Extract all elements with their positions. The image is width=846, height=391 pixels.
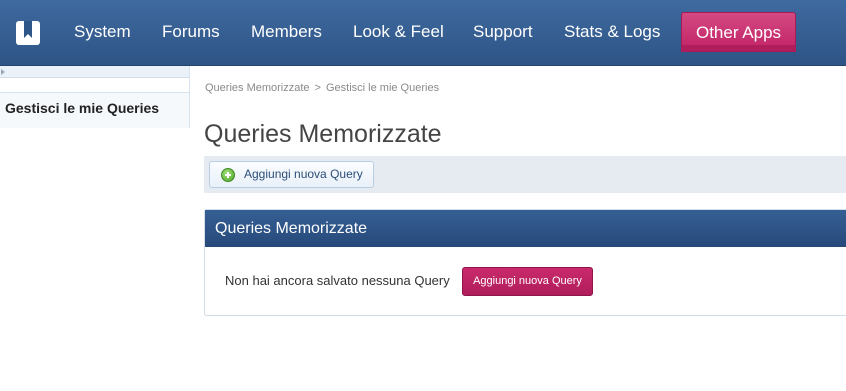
nav-stats-and-logs[interactable]: Stats & Logs bbox=[564, 0, 660, 66]
saved-queries-panel: Queries Memorizzate Non hai ancora salva… bbox=[204, 209, 846, 316]
nav-system[interactable]: System bbox=[74, 0, 131, 66]
nav-support[interactable]: Support bbox=[473, 0, 533, 66]
page-title: Queries Memorizzate bbox=[204, 120, 442, 148]
breadcrumb-current[interactable]: Gestisci le mie Queries bbox=[326, 82, 439, 94]
sidebar: Gestisci le mie Queries bbox=[0, 66, 190, 128]
add-query-button[interactable]: Aggiungi nuova Query bbox=[209, 161, 374, 188]
breadcrumb-separator: > bbox=[314, 82, 321, 94]
nav-members[interactable]: Members bbox=[251, 0, 322, 66]
sidebar-header bbox=[0, 66, 189, 78]
triangle-right-icon[interactable] bbox=[1, 69, 5, 75]
nav-look-and-feel[interactable]: Look & Feel bbox=[353, 0, 444, 66]
book-icon[interactable] bbox=[16, 21, 40, 45]
add-query-button-label: Aggiungi nuova Query bbox=[244, 167, 363, 181]
plus-circle-icon bbox=[221, 168, 235, 182]
nav-other-apps[interactable]: Other Apps bbox=[681, 12, 796, 52]
breadcrumb: Queries Memorizzate > Gestisci le mie Quer… bbox=[205, 82, 439, 94]
action-bar: Aggiungi nuova Query bbox=[204, 156, 846, 193]
empty-message: Non hai ancora salvato nessuna Query bbox=[225, 273, 450, 288]
nav-forums[interactable]: Forums bbox=[162, 0, 220, 66]
top-navigation-bar: System Forums Members Look & Feel Suppor… bbox=[0, 0, 846, 66]
breadcrumb-root[interactable]: Queries Memorizzate bbox=[205, 82, 310, 94]
panel-title: Queries Memorizzate bbox=[205, 210, 846, 247]
add-query-button-inline[interactable]: Aggiungi nuova Query bbox=[462, 267, 593, 296]
sidebar-item-manage-queries[interactable]: Gestisci le mie Queries bbox=[0, 92, 189, 128]
